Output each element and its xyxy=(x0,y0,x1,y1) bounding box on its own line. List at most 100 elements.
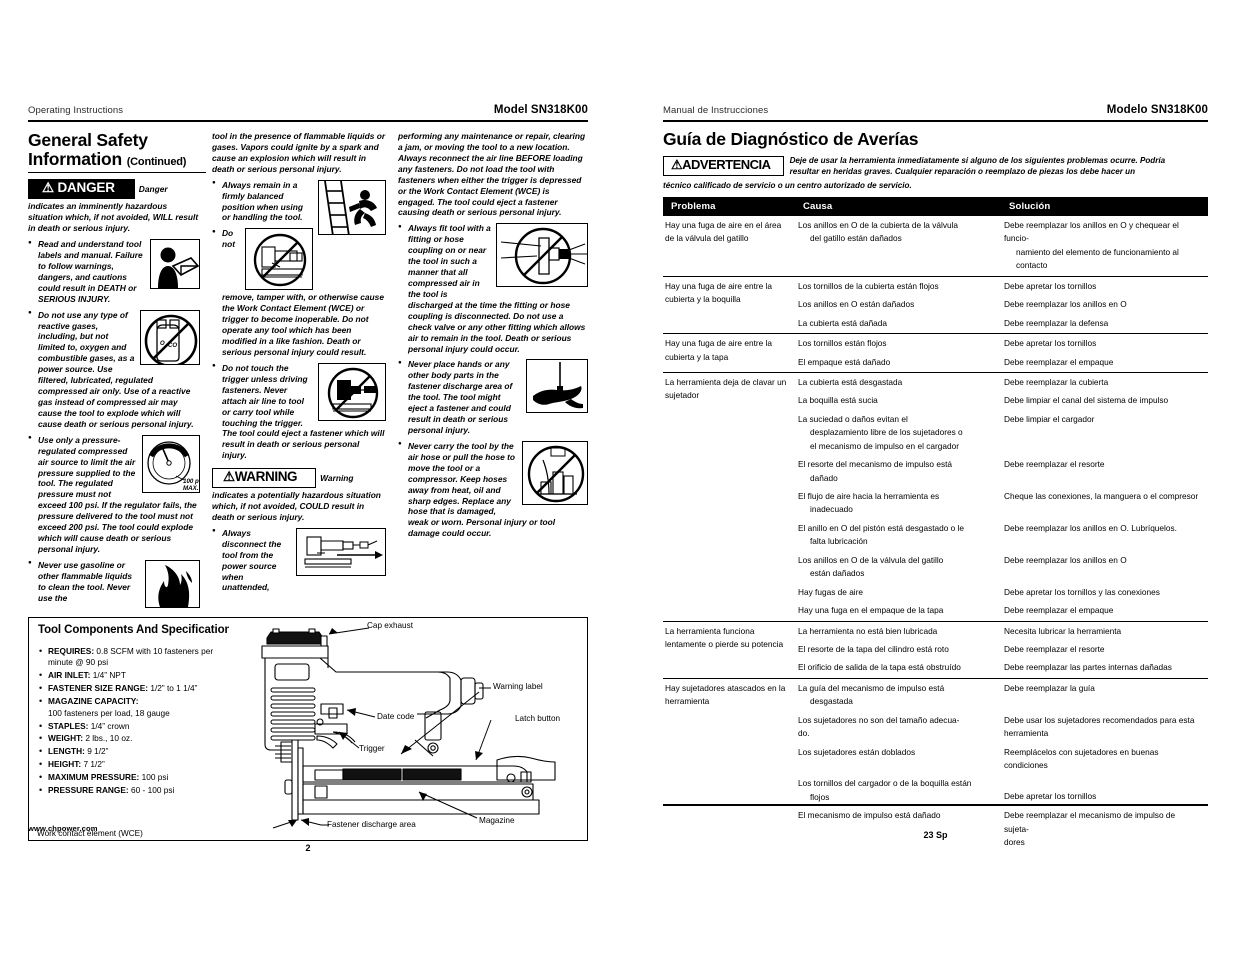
cell-causa: Hay fugas de aire xyxy=(798,586,864,597)
cell-solucion: Debe apretar los tornillos xyxy=(1001,775,1208,807)
cell-solucion: Debe reemplazar los anillos en O. Lubríq… xyxy=(1004,522,1177,533)
running-head-left-text: Operating Instructions xyxy=(28,105,124,116)
column-2-bullets: Always remain in a firmly balanced posit… xyxy=(212,179,386,462)
danger-definition: indicates an imminently hazardous situat… xyxy=(28,201,199,234)
list-item: Always fit tool with a fitting or hose c… xyxy=(398,223,588,354)
solucion-line: Debe usar los sujetadores recomendados p… xyxy=(1004,714,1195,725)
list-item: O CO Do not use any type of reactive gas… xyxy=(28,309,200,430)
tool-components-box: Tool Components And Specifications REQUI… xyxy=(28,616,588,841)
spec-label: MAGAZINE CAPACITY: xyxy=(48,696,139,707)
cell-solucion: Debe reemplazar el empaque xyxy=(1004,605,1114,616)
causa-line: dañado xyxy=(810,472,838,483)
cell-solucion: Debe reemplazar la cubierta xyxy=(1001,371,1208,393)
troubleshooting-table-body: Hay una fuga de aire en el área de la vá… xyxy=(663,216,1208,853)
cell-causa: La guía del mecanismo de impulso está de… xyxy=(795,677,1001,712)
column-3-bullets: Always fit tool with a fitting or hose c… xyxy=(398,223,588,539)
running-head-right-page: Manual de Instrucciones Modelo SN318K00 xyxy=(663,104,1208,120)
spec-value: 9 1/2” xyxy=(87,746,109,757)
running-head-left-page: Operating Instructions Model SN318K00 xyxy=(28,104,588,120)
callout-cap-exhaust: Cap exhaust xyxy=(367,620,413,630)
table-row: Hay una fuga de aire en el área de la vá… xyxy=(663,216,1208,276)
cell-causa: La cubierta está dañada xyxy=(798,317,888,328)
no-trigger-touch-figure xyxy=(318,362,386,421)
manual-spread: Operating Instructions Model SN318K00 Ge… xyxy=(0,0,1235,954)
causa-line: Los tornillos del cargador o de la boqui… xyxy=(798,778,972,789)
cell-solucion: Debe reemplazar la guía xyxy=(1001,677,1208,712)
cell-causa: La cubierta está desgastada xyxy=(795,371,1001,393)
causa-line: La suciedad o daños evitan el xyxy=(798,413,908,424)
list-item: 100 psi MAX. Use only a pressure-regulat… xyxy=(28,434,200,555)
cell-causa: Los anillos en O de la válvula del gatil… xyxy=(795,552,1001,584)
no-check-valve-fitting-figure xyxy=(496,223,588,288)
cell-problema: Hay una fuga de aire entre la cubierta y… xyxy=(663,333,795,373)
footer-right-page: 23 Sp xyxy=(663,804,1208,840)
list-item: MAGAZINE CAPACITY:100 fasteners per load… xyxy=(39,695,239,719)
causa-line: flojos xyxy=(810,791,830,802)
spec-label: MAXIMUM PRESSURE: xyxy=(48,772,140,783)
cell-solucion: Debe reemplazar los anillos en O xyxy=(1004,299,1127,310)
causa-line: do. xyxy=(798,728,810,739)
solucion-line: namiento del elemento de funcionamiento … xyxy=(1016,246,1179,271)
table-row: La herramienta deja de clavar un sujetad… xyxy=(663,371,1208,622)
spec-value: 100 psi xyxy=(141,772,169,783)
spec-label: PRESSURE RANGE: xyxy=(48,785,129,796)
column-header-causa: Causa xyxy=(795,197,1001,217)
cell-causa: Los anillos en O de la cubierta de la vá… xyxy=(795,216,1001,276)
callout-latch-button: Latch button xyxy=(515,713,561,723)
cell-causa: La suciedad o daños evitan el desplazami… xyxy=(795,411,1001,456)
advertencia-row: ⚠ADVERTENCIA Deje de usar la herramienta … xyxy=(663,156,1208,177)
page-left: Operating Instructions Model SN318K00 Ge… xyxy=(28,104,588,841)
cell-problema: Hay una fuga de aire en el área de la vá… xyxy=(665,220,782,244)
danger-badge-row: ⚠ DANGER Danger xyxy=(28,179,200,200)
danger-badge: ⚠ DANGER xyxy=(28,179,135,200)
spec-value: 7 1/2” xyxy=(83,759,105,770)
footer-url: www.chpower.com xyxy=(28,824,98,833)
cell-solucion: Debe apretar los tornillos xyxy=(1001,275,1208,297)
no-tamper-wce-figure xyxy=(245,228,313,291)
causa-line: Los anillos en O de la cubierta de la vá… xyxy=(798,220,959,231)
list-item: Never place hands or any other body part… xyxy=(398,359,588,435)
table-row: Hay sujetadores atascados en la herramie… xyxy=(663,677,1208,853)
stapler-illustration xyxy=(229,619,587,838)
header-rule xyxy=(28,120,588,122)
causa-line: del gatillo están dañados xyxy=(810,233,902,244)
spec-value: 1/2” to 1 1/4” xyxy=(150,683,198,694)
troubleshooting-table: Problema Causa Solución Hay una fuga de … xyxy=(663,197,1208,853)
column-2-bullets-after-warning: Always disconnect the tool from the powe… xyxy=(212,527,386,594)
cell-solucion: Necesita lubricar la herramienta xyxy=(1001,620,1208,641)
danger-badge-tail: Danger xyxy=(138,184,168,195)
table-row: La herramienta funciona lentamente o pie… xyxy=(663,620,1208,679)
advertencia-text: Deje de usar la herramienta inmediatamen… xyxy=(789,156,1166,176)
warning-badge-row: ⚠WARNING Warning xyxy=(212,468,386,489)
callout-warning-label: Warning label xyxy=(493,681,543,691)
running-head-model: Model SN318K00 xyxy=(493,104,588,116)
list-item: Never carry the tool by the air hose or … xyxy=(398,440,588,539)
list-item: WEIGHT: 2 lbs., 10 oz. xyxy=(39,732,239,745)
cell-causa: La boquilla está sucia xyxy=(798,395,878,406)
cell-causa: Los tornillos del cargador o de la boqui… xyxy=(795,775,1001,807)
list-item: FASTENER SIZE RANGE: 1/2” to 1 1/4” xyxy=(39,682,239,695)
page-title: General Safety Information (Continued) xyxy=(28,131,200,168)
svg-text:MAX.: MAX. xyxy=(183,485,199,492)
cell-solucion: Cheque las conexiones, la manguera o el … xyxy=(1004,491,1199,502)
column-3-lead: performing any maintenance or repair, cl… xyxy=(398,131,586,218)
warning-badge-tail: Warning xyxy=(320,473,354,484)
warning-definition: indicates a potentially hazardous situat… xyxy=(212,490,381,522)
list-item-text: Always disconnect the tool from the powe… xyxy=(222,527,282,593)
running-head-es-model: Modelo SN318K00 xyxy=(1106,104,1208,116)
cell-solucion: Debe reemplazar los anillos en O xyxy=(1004,554,1127,565)
footer-page-number: 2 xyxy=(305,843,311,853)
cell-solucion: Debe apretar los tornillos xyxy=(1001,333,1208,354)
list-item: Never use gasoline or other flammable li… xyxy=(28,559,200,608)
cell-causa: El flujo de aire hacia la herramienta es… xyxy=(795,488,1001,520)
causa-line: desplazamiento libre de los sujetadores … xyxy=(810,427,963,438)
cell-problema: Hay una fuga de aire entre la cubierta y… xyxy=(663,275,795,334)
cell-causa: Hay una fuga en el empaque de la tapa xyxy=(798,605,944,616)
spec-label: FASTENER SIZE RANGE: xyxy=(48,683,149,694)
cell-causa: Los sujetadores no son del tamaño adecua… xyxy=(795,712,1001,744)
solucion-line: herramienta xyxy=(1004,728,1049,739)
spec-value: 100 fasteners per load, 18 gauge xyxy=(48,707,170,718)
cell-solucion: Debe reemplazar los anillos en O y chequ… xyxy=(1001,216,1208,276)
cell-causa: Los tornillos de la cubierta están flojo… xyxy=(795,275,1001,297)
page-right: Manual de Instrucciones Modelo SN318K00 … xyxy=(663,104,1208,853)
